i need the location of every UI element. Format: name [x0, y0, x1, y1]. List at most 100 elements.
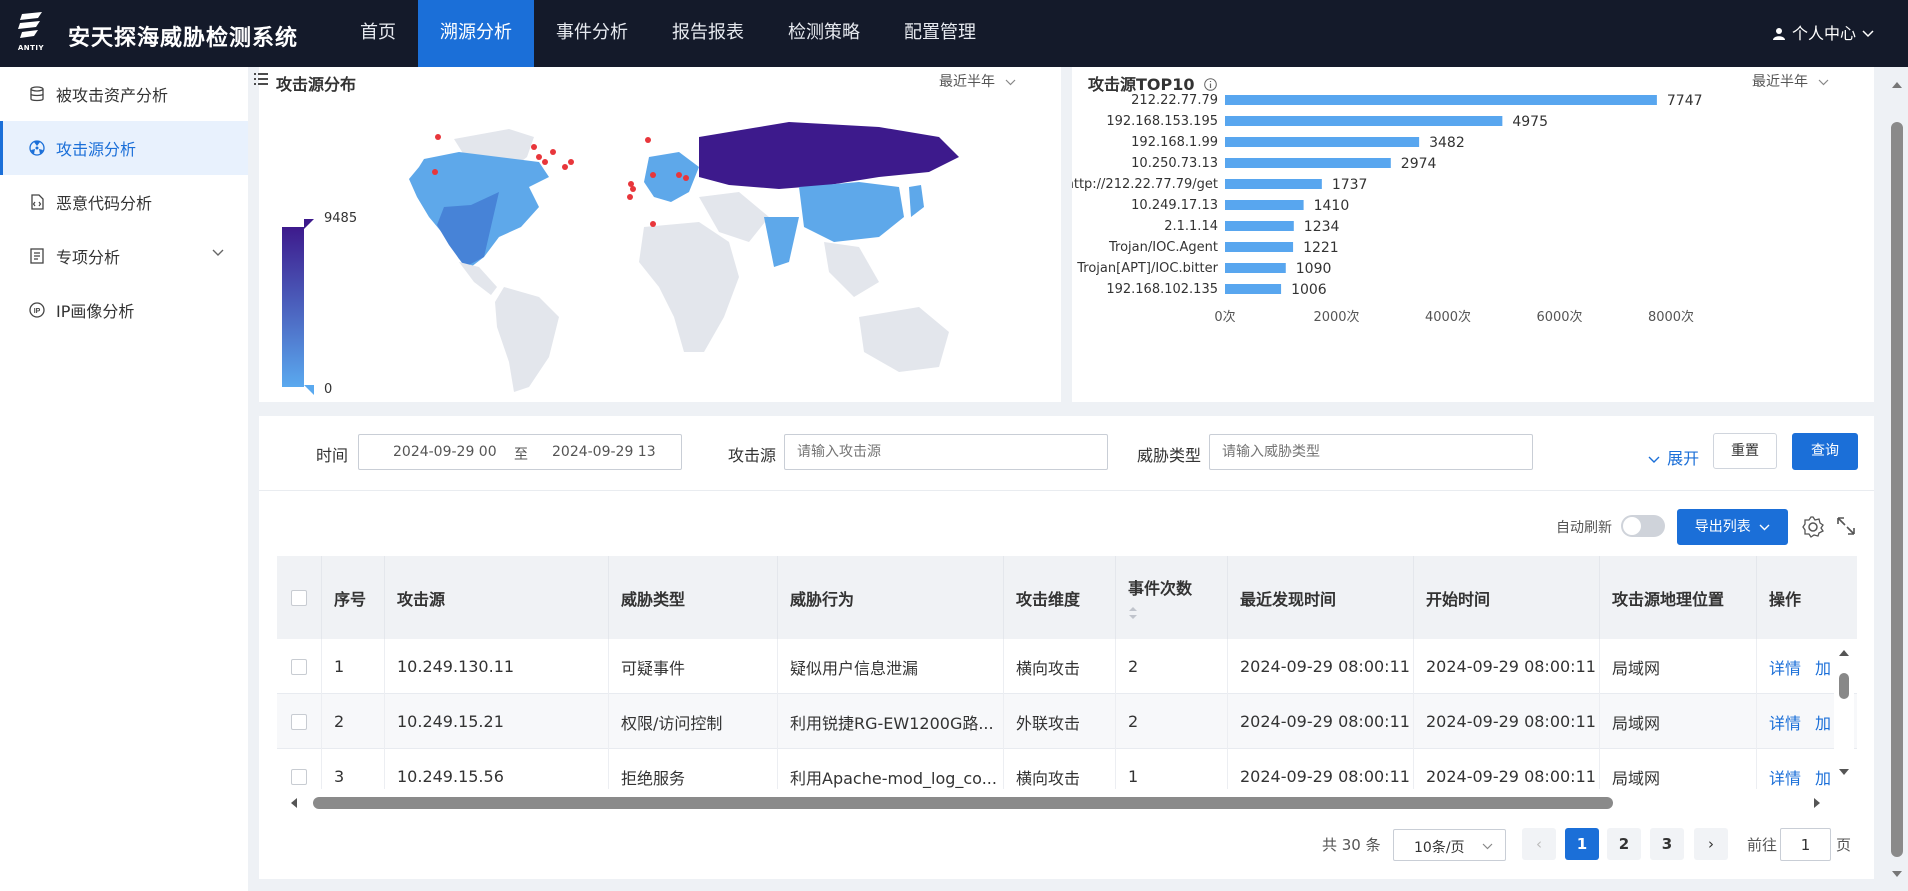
column-header-dimension: 攻击维度: [1004, 556, 1116, 639]
cell-start-time: 2024-09-29 08:00:11: [1414, 694, 1600, 749]
chevron-down-icon: [212, 249, 224, 256]
cell-source: 10.249.15.21: [385, 694, 609, 749]
bar-value-label: 7747: [1667, 93, 1703, 109]
scroll-right-icon[interactable]: [1813, 797, 1821, 809]
scroll-left-icon[interactable]: [290, 797, 298, 809]
sidebar-item-attack-source[interactable]: 攻击源分析: [0, 121, 248, 175]
nav-config[interactable]: 配置管理: [882, 0, 998, 67]
add-link[interactable]: 加: [1815, 765, 1831, 789]
row-checkbox[interactable]: [291, 768, 307, 785]
logo-text: ANTIY: [17, 44, 45, 52]
reset-button[interactable]: 重置: [1713, 433, 1777, 469]
bar[interactable]: [1225, 221, 1294, 231]
detail-link[interactable]: 详情: [1769, 765, 1801, 789]
map-dot: [650, 172, 656, 178]
auto-refresh-toggle[interactable]: [1621, 515, 1665, 537]
add-link[interactable]: 加: [1815, 710, 1831, 734]
nav-event-analysis[interactable]: 事件分析: [534, 0, 650, 67]
sidebar-item-attacked-assets[interactable]: 被攻击资产分析: [0, 67, 248, 121]
goto-page-input[interactable]: [1780, 828, 1831, 861]
map-dot: [531, 144, 537, 150]
query-button[interactable]: 查询: [1792, 433, 1858, 470]
nav-reports[interactable]: 报告报表: [650, 0, 766, 67]
page-3-button[interactable]: 3: [1650, 828, 1684, 860]
horizontal-scroll-thumb[interactable]: [313, 797, 1613, 809]
bar[interactable]: [1225, 242, 1294, 252]
sidebar-item-ip-profile[interactable]: IP IP画像分析: [0, 283, 248, 337]
time-label: 时间: [316, 446, 349, 465]
bar-category-label: http://212.22.77.79/get: [1072, 177, 1218, 192]
bar[interactable]: [1225, 116, 1503, 126]
sidebar-item-special[interactable]: 专项分析: [0, 229, 248, 283]
svg-text:IP: IP: [34, 308, 41, 315]
expand-label: 展开: [1667, 449, 1700, 468]
scroll-up-icon[interactable]: [1838, 649, 1850, 657]
page-size-select[interactable]: 10条/页: [1393, 829, 1506, 861]
page-scroll-thumb[interactable]: [1891, 122, 1903, 857]
table-row[interactable]: 2 10.249.15.21 权限/访问控制 利用锐捷RG-EW1200G路..…: [277, 694, 1857, 749]
bar[interactable]: [1225, 137, 1420, 147]
scroll-down-icon[interactable]: [1838, 768, 1850, 776]
nav-home[interactable]: 首页: [338, 0, 418, 67]
radiation-icon: [28, 139, 46, 157]
row-checkbox[interactable]: [291, 658, 307, 675]
column-header-count[interactable]: 事件次数: [1116, 556, 1228, 639]
table-horizontal-scrollbar[interactable]: [277, 793, 1857, 813]
sort-icon[interactable]: [1128, 605, 1138, 621]
bar-category-label: 10.250.73.13: [1131, 156, 1218, 171]
table-vertical-scrollbar[interactable]: [1834, 645, 1854, 785]
file-code-icon: [28, 193, 46, 211]
legend-gradient: [282, 227, 304, 387]
bar-category-label: 2.1.1.14: [1164, 219, 1218, 234]
vertical-scroll-thumb[interactable]: [1839, 673, 1849, 699]
map-dot: [432, 169, 438, 175]
sidebar-item-label: IP画像分析: [56, 302, 135, 321]
add-link[interactable]: 加: [1815, 655, 1831, 679]
table-row[interactable]: 1 10.249.130.11 可疑事件 疑似用户信息泄漏 横向攻击 2 202…: [277, 639, 1857, 694]
nav-detection-policy[interactable]: 检测策略: [766, 0, 882, 67]
row-checkbox[interactable]: [291, 713, 307, 730]
sidebar-item-label: 专项分析: [56, 248, 121, 267]
app-title: 安天探海威胁检测系统: [68, 26, 299, 51]
sidebar-item-label: 恶意代码分析: [56, 194, 153, 213]
detail-link[interactable]: 详情: [1769, 655, 1801, 679]
select-all-checkbox[interactable]: [291, 589, 307, 606]
bar[interactable]: [1225, 95, 1657, 105]
bar[interactable]: [1225, 200, 1304, 210]
sidebar-item-malware[interactable]: 恶意代码分析: [0, 175, 248, 229]
bar-value-label: 1234: [1304, 219, 1340, 235]
bar-value-label: 1410: [1314, 198, 1350, 214]
scroll-down-icon[interactable]: [1891, 870, 1903, 878]
detail-link[interactable]: 详情: [1769, 710, 1801, 734]
count-header-label: 事件次数: [1128, 578, 1193, 598]
page-1-button[interactable]: 1: [1565, 828, 1599, 860]
user-center-menu[interactable]: 个人中心: [1772, 0, 1874, 67]
bar[interactable]: [1225, 284, 1282, 294]
source-input[interactable]: [784, 434, 1108, 470]
fullscreen-icon[interactable]: [1836, 516, 1856, 536]
bar[interactable]: [1225, 179, 1322, 189]
antiy-logo[interactable]: ANTIY: [14, 12, 48, 56]
scroll-up-icon[interactable]: [1891, 81, 1903, 89]
row-checkbox-cell: [277, 639, 322, 694]
page-vertical-scrollbar[interactable]: [1886, 67, 1908, 891]
time-range-picker[interactable]: 2024-09-29 00 至 2024-09-29 13: [358, 434, 682, 470]
total-count: 共 30 条: [1322, 836, 1381, 854]
page-2-button[interactable]: 2: [1607, 828, 1641, 860]
bar[interactable]: [1225, 263, 1286, 273]
bar[interactable]: [1225, 158, 1391, 168]
threat-type-label: 威胁类型: [1137, 446, 1202, 465]
nav-trace-analysis[interactable]: 溯源分析: [418, 0, 534, 67]
settings-gear-icon[interactable]: [1802, 516, 1824, 538]
top-navigation-bar: ANTIY 安天探海威胁检测系统 首页 溯源分析 事件分析 报告报表 检测策略 …: [0, 0, 1908, 67]
bar-category-label: Trojan/IOC.Agent: [1108, 240, 1218, 255]
prev-page-button[interactable]: ‹: [1522, 828, 1556, 860]
threat-type-input[interactable]: [1209, 434, 1533, 470]
map-dot: [650, 221, 656, 227]
chevron-down-icon: [1648, 456, 1660, 463]
table-row[interactable]: 3 10.249.15.56 拒绝服务 利用Apache-mod_log_co.…: [277, 749, 1857, 789]
next-page-button[interactable]: ›: [1694, 828, 1728, 860]
cell-threat-behavior: 利用锐捷RG-EW1200G路...: [778, 694, 1004, 749]
expand-toggle[interactable]: 展开: [1648, 445, 1699, 469]
export-list-button[interactable]: 导出列表: [1677, 509, 1788, 545]
